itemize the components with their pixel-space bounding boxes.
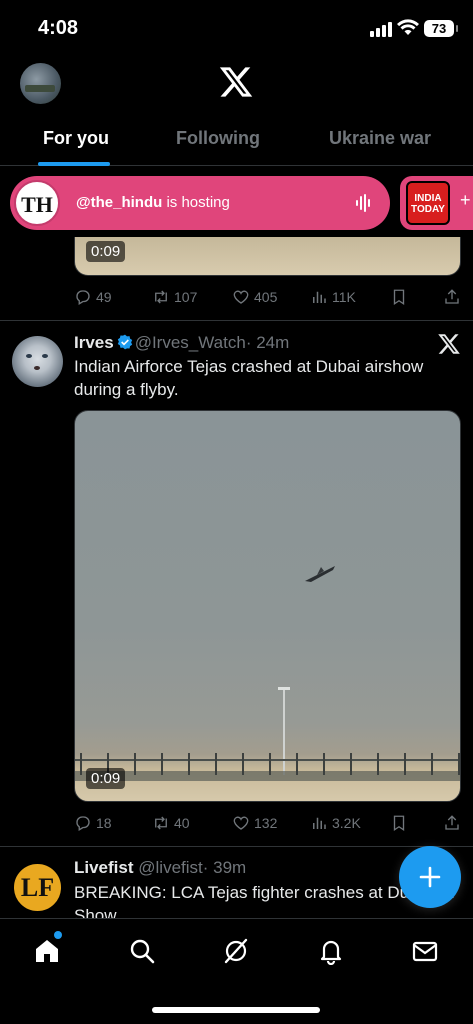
space-next-logo: INDIA TODAY [406, 181, 450, 225]
wifi-icon [397, 19, 419, 35]
bookmark-icon [393, 815, 405, 832]
video-duration: 0:09 [86, 241, 126, 262]
space-card-next[interactable]: INDIA TODAY + [400, 176, 473, 230]
tab-following[interactable]: Following [176, 128, 260, 149]
status-bar: 4:08 73 [0, 0, 473, 58]
share-button[interactable] [443, 814, 461, 832]
notification-dot [54, 931, 62, 939]
views-button[interactable]: 11K [310, 288, 356, 306]
tab-ukraine-war[interactable]: Ukraine war [329, 128, 431, 149]
like-button[interactable]: 132 [232, 814, 277, 832]
tweet-time: · 39m [202, 858, 247, 877]
spaces-bar: TH @the_hindu is hosting INDIA TODAY + [10, 174, 473, 232]
reply-icon [76, 290, 90, 305]
repost-icon [155, 816, 167, 830]
repost-button[interactable]: 40 [152, 814, 190, 832]
space-host-handle: @the_hindu [76, 194, 163, 211]
timeline-tabs: For you Following Ukraine war [0, 118, 473, 166]
tweet-author-name[interactable]: Irves [74, 333, 114, 352]
tweet-header: Livefist @livefist· 39m [74, 858, 246, 878]
tweet-author-avatar[interactable] [12, 336, 63, 387]
grok-icon[interactable] [222, 937, 250, 965]
tweet-divider [0, 320, 473, 321]
space-host-text: @the_hindu is hosting [76, 194, 230, 211]
like-icon [233, 816, 249, 830]
tweet-actions: 18 40 132 3.2K [74, 814, 461, 838]
status-time: 4:08 [38, 17, 79, 39]
video-duration: 0:09 [86, 768, 126, 789]
like-icon [233, 290, 249, 304]
share-icon [445, 815, 459, 830]
fence-image [75, 753, 460, 781]
tweet-video[interactable]: 0:09 [74, 410, 461, 802]
share-icon [445, 289, 459, 304]
avatar-initials: LF [20, 873, 55, 902]
reply-button[interactable]: 18 [74, 814, 112, 832]
repost-button[interactable]: 107 [152, 288, 197, 306]
compose-icon [419, 866, 441, 888]
like-button[interactable]: 405 [232, 288, 277, 306]
share-button[interactable] [443, 288, 461, 306]
compose-button[interactable] [399, 846, 461, 908]
notifications-icon[interactable] [317, 937, 345, 965]
bottom-navigation [0, 918, 473, 1024]
active-tab-indicator [38, 162, 110, 166]
battery-icon: 73 [424, 20, 458, 37]
space-next-plus: + [460, 190, 471, 210]
space-card[interactable]: TH @the_hindu is hosting [10, 176, 390, 230]
space-host-suffix: is hosting [162, 194, 230, 211]
tweet-header: Irves @Irves_Watch· 24m [74, 333, 289, 353]
x-logo-icon[interactable] [437, 332, 461, 356]
audio-wave-icon [356, 194, 370, 212]
messages-icon[interactable] [411, 937, 439, 965]
bookmark-button[interactable] [390, 814, 408, 832]
tweet-media[interactable]: 0:09 [74, 237, 461, 276]
tweet-actions: 49 107 405 11K [74, 288, 461, 312]
aircraft-image [305, 566, 335, 582]
tab-for-you[interactable]: For you [43, 128, 109, 149]
tweet-author-avatar[interactable]: LF [12, 862, 63, 913]
verified-badge-icon [117, 334, 132, 350]
bookmark-icon [393, 289, 405, 306]
profile-avatar[interactable] [20, 63, 61, 104]
tweet-time: · 24m [245, 333, 290, 352]
views-icon [313, 291, 326, 303]
tweet-text: Indian Airforce Tejas crashed at Dubai a… [74, 357, 424, 399]
bookmark-button[interactable] [390, 288, 408, 306]
space-host-avatar: TH [14, 180, 60, 226]
tweet-divider [0, 846, 473, 847]
tweet-author-handle[interactable]: @Irves_Watch [135, 333, 246, 352]
home-icon[interactable] [33, 937, 61, 965]
views-button[interactable]: 3.2K [310, 814, 361, 832]
reply-icon [76, 816, 90, 831]
home-indicator [152, 1007, 320, 1013]
tweet-author-name[interactable]: Livefist [74, 858, 134, 877]
views-icon [313, 817, 326, 829]
x-logo [219, 67, 253, 97]
reply-button[interactable]: 49 [74, 288, 112, 306]
signal-icon [370, 22, 392, 37]
search-icon[interactable] [128, 937, 156, 965]
repost-icon [155, 290, 167, 304]
tweet-author-handle[interactable]: @livefist [138, 858, 203, 877]
